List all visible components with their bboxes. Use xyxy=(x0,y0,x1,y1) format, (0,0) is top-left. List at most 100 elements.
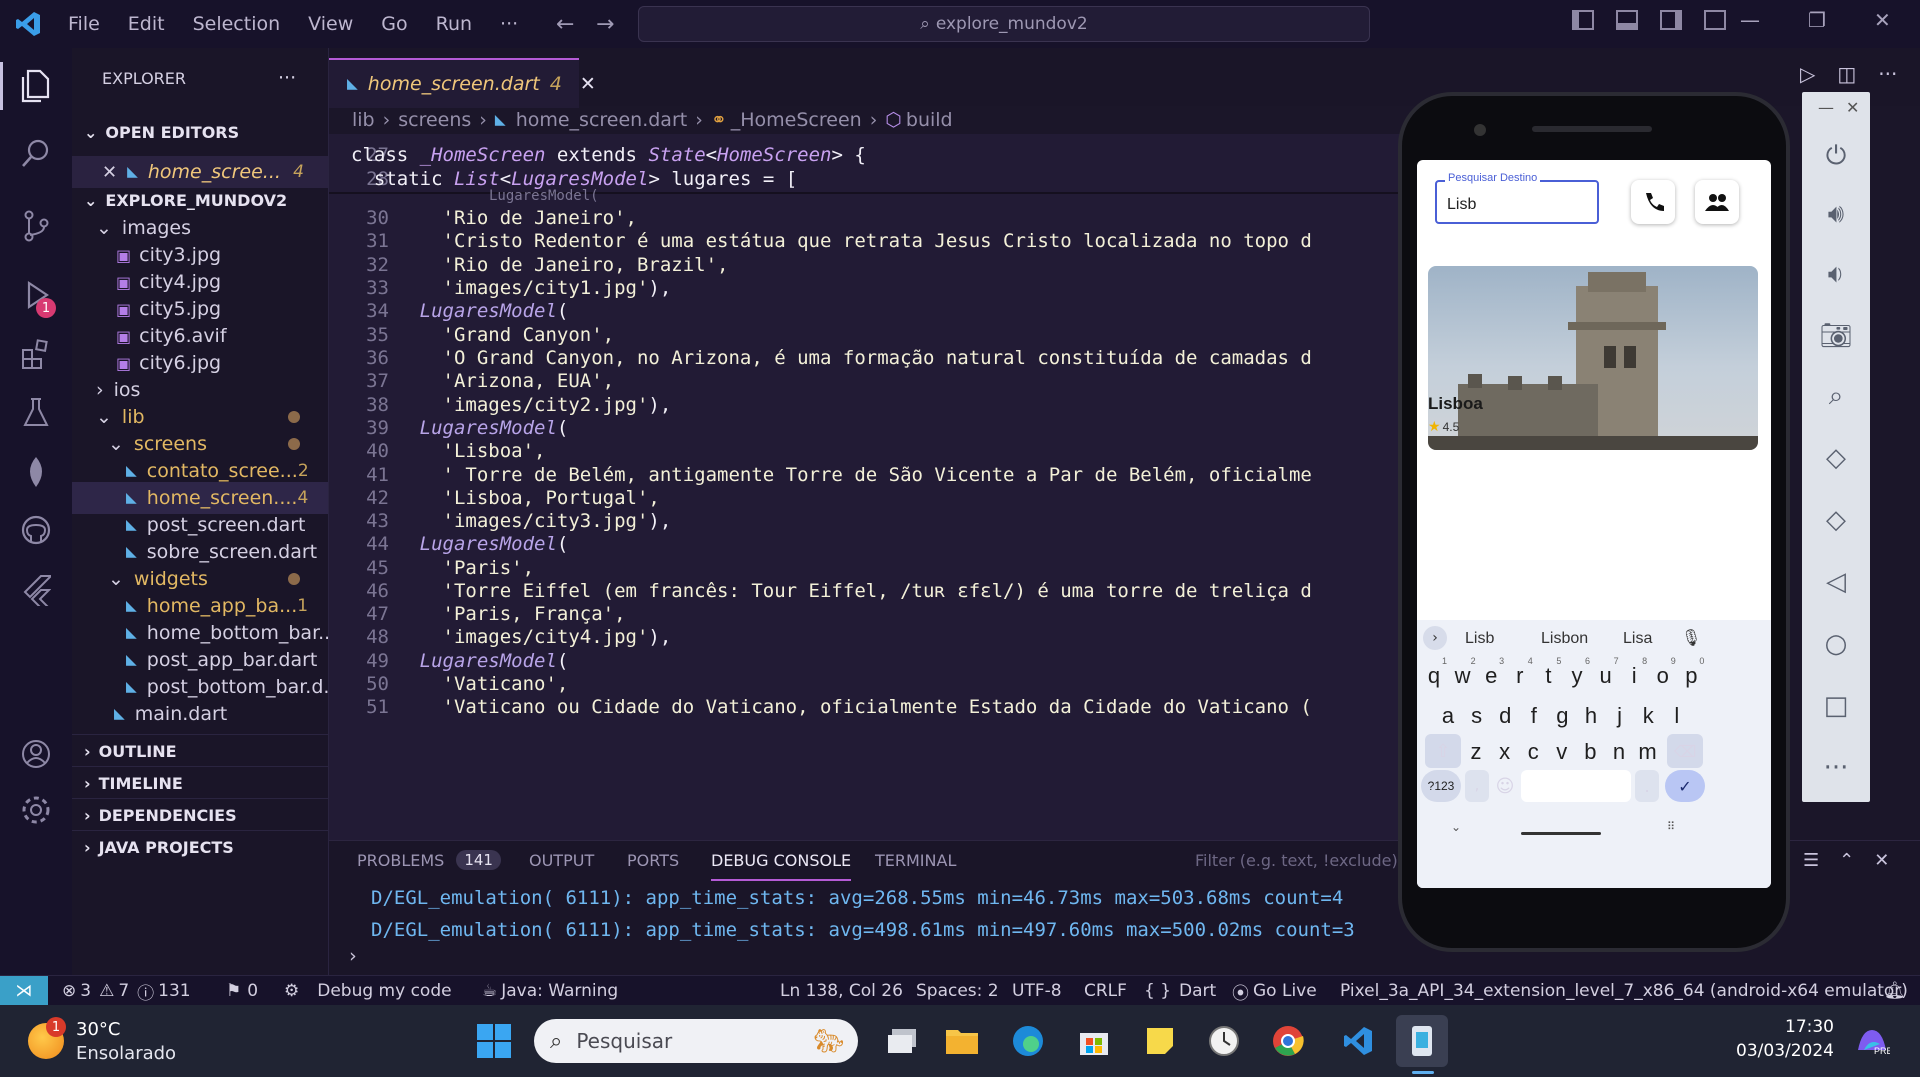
tab-problems[interactable]: PROBLEMS 141 xyxy=(357,841,501,879)
key-letter[interactable]: r4 xyxy=(1505,656,1535,696)
key-letter[interactable]: q1 xyxy=(1419,656,1449,696)
phone-call-button[interactable] xyxy=(1631,180,1675,224)
key-letter[interactable]: s xyxy=(1462,696,1492,736)
rotate-right-icon[interactable]: ◇ xyxy=(1818,502,1854,538)
mongodb-leaf-icon[interactable] xyxy=(16,452,56,492)
key-letter[interactable]: e3 xyxy=(1476,656,1506,696)
gesture-bar[interactable] xyxy=(1521,832,1601,835)
symbols-key[interactable]: ?123 xyxy=(1421,770,1461,802)
volume-down-icon[interactable]: 🔉︎ xyxy=(1818,256,1854,292)
space-key[interactable] xyxy=(1521,770,1631,802)
menu-selection[interactable]: Selection xyxy=(193,13,281,35)
key-letter[interactable]: z xyxy=(1461,732,1491,772)
encoding[interactable]: UTF-8 xyxy=(1012,976,1062,1006)
overview-nav-icon[interactable]: □ xyxy=(1818,688,1854,724)
debug-status[interactable]: ⚙ Debug my code xyxy=(284,976,452,1006)
crumb-file[interactable]: home_screen.dart xyxy=(516,109,688,131)
key-letter[interactable]: y6 xyxy=(1562,656,1592,696)
key-letter[interactable]: g xyxy=(1547,696,1577,736)
menu-run[interactable]: Run xyxy=(436,13,472,35)
menu-go[interactable]: Go xyxy=(381,13,407,35)
suggestion-2[interactable]: Lisbon xyxy=(1541,630,1588,648)
volume-up-icon[interactable]: 🔊︎ xyxy=(1818,196,1854,232)
key-letter[interactable]: a xyxy=(1433,696,1463,736)
settings-gear-icon[interactable] xyxy=(16,790,56,830)
remote-icon[interactable]: ⋊ xyxy=(0,976,48,1006)
windows-start-icon[interactable] xyxy=(468,1015,520,1067)
close-window-icon[interactable]: ✕ xyxy=(1874,8,1891,32)
key-letter[interactable]: i8 xyxy=(1619,656,1649,696)
key-letter[interactable]: o9 xyxy=(1648,656,1678,696)
run-icon[interactable]: ▷ xyxy=(1800,62,1815,86)
microsoft-store-icon[interactable] xyxy=(1068,1015,1120,1067)
console-prompt-icon[interactable]: › xyxy=(347,945,358,967)
copilot-icon[interactable]: PRE xyxy=(1846,1015,1898,1067)
rotate-left-icon[interactable]: ◇ xyxy=(1818,440,1854,476)
android-emulator-icon[interactable] xyxy=(1396,1015,1448,1067)
menu-file[interactable]: File xyxy=(68,13,100,35)
device-selector[interactable]: Pixel_3a_API_34_extension_level_7_x86_64… xyxy=(1340,976,1908,1006)
enter-check-icon[interactable]: ✓ xyxy=(1665,770,1705,802)
toggle-sidebar-icon[interactable] xyxy=(1572,10,1594,30)
panel-list-icon[interactable]: ☰ xyxy=(1803,850,1819,871)
github-icon[interactable] xyxy=(16,510,56,550)
zoom-icon[interactable]: ⌕ xyxy=(1818,378,1854,414)
emulator-close-icon[interactable]: ✕ xyxy=(1846,98,1859,117)
keyboard-grid-icon[interactable]: ⠿ xyxy=(1667,820,1675,833)
tab-debug-console[interactable]: DEBUG CONSOLE xyxy=(711,841,852,881)
customize-layout-icon[interactable] xyxy=(1704,10,1726,30)
notifications-bell-icon[interactable]: 🔔︎ xyxy=(1884,976,1906,1006)
outline-section[interactable]: › OUTLINE xyxy=(72,734,328,767)
menu-more[interactable]: ··· xyxy=(500,13,518,35)
shift-key-icon[interactable]: ⇧ xyxy=(1425,734,1461,768)
testing-icon[interactable] xyxy=(16,392,56,432)
crumb-lib[interactable]: lib xyxy=(352,109,375,131)
panel-close-icon[interactable]: ✕ xyxy=(1874,850,1889,871)
period-key[interactable]: . xyxy=(1635,770,1659,802)
split-editor-icon[interactable]: ◫ xyxy=(1837,62,1856,86)
key-letter[interactable]: d xyxy=(1490,696,1520,736)
file-explorer-icon[interactable] xyxy=(936,1015,988,1067)
open-editors-section[interactable]: ⌄ OPEN EDITORS xyxy=(72,116,328,148)
more-actions-icon[interactable]: ··· xyxy=(1878,62,1897,86)
emoji-key-icon[interactable]: ☺ xyxy=(1493,770,1517,802)
crumb-screens[interactable]: screens xyxy=(398,109,471,131)
key-letter[interactable]: j xyxy=(1605,696,1635,736)
backspace-key-icon[interactable]: ⌫ xyxy=(1667,734,1703,768)
sticky-notes-icon[interactable] xyxy=(1134,1015,1186,1067)
power-icon[interactable]: ⏻ xyxy=(1818,138,1854,174)
edge-browser-icon[interactable] xyxy=(1002,1015,1054,1067)
tree-item[interactable]: ◣ main.dart xyxy=(72,698,328,730)
timeline-section[interactable]: › TIMELINE xyxy=(72,766,328,799)
taskbar-search[interactable]: ⌕ Pesquisar 🐅︎ xyxy=(534,1019,858,1063)
account-icon[interactable] xyxy=(16,734,56,774)
source-control-icon[interactable] xyxy=(16,206,56,246)
search-sidebar-icon[interactable] xyxy=(16,134,56,174)
chrome-browser-icon[interactable] xyxy=(1262,1015,1314,1067)
menu-view[interactable]: View xyxy=(308,13,353,35)
go-live-button[interactable]: ⦿ Go Live xyxy=(1232,976,1317,1006)
home-nav-icon[interactable]: ○ xyxy=(1818,626,1854,662)
code-editor[interactable]: LugaresModel( 27 class _HomeScreen extend… xyxy=(329,134,1400,840)
emulator-minimize-icon[interactable]: — xyxy=(1818,98,1834,117)
toggle-panel-icon[interactable] xyxy=(1616,10,1638,30)
contacts-button[interactable] xyxy=(1695,180,1739,224)
tab-terminal[interactable]: TERMINAL xyxy=(875,841,956,879)
back-arrow-icon[interactable]: ← xyxy=(556,12,574,37)
extensions-icon[interactable] xyxy=(16,334,56,374)
panel-maximize-icon[interactable]: ⌃ xyxy=(1839,850,1854,871)
menu-edit[interactable]: Edit xyxy=(128,13,165,35)
indentation[interactable]: Spaces: 2 xyxy=(916,976,999,1006)
java-status[interactable]: ☕ Java: Warning xyxy=(482,976,618,1006)
microphone-icon[interactable]: 🎙︎ xyxy=(1681,628,1701,647)
forward-arrow-icon[interactable]: → xyxy=(596,12,614,37)
key-letter[interactable]: v xyxy=(1547,732,1577,772)
command-center-search[interactable]: ⌕ explore_mundov2 xyxy=(638,6,1370,42)
explorer-more-icon[interactable]: ··· xyxy=(278,62,318,94)
back-nav-icon[interactable]: ◁ xyxy=(1818,564,1854,600)
minimize-icon[interactable]: — xyxy=(1740,8,1760,32)
camera-icon[interactable]: 📷︎ xyxy=(1818,318,1854,354)
tab-ports[interactable]: PORTS xyxy=(627,841,679,879)
close-tab-icon[interactable]: ✕ xyxy=(580,73,596,95)
key-letter[interactable]: c xyxy=(1518,732,1548,772)
